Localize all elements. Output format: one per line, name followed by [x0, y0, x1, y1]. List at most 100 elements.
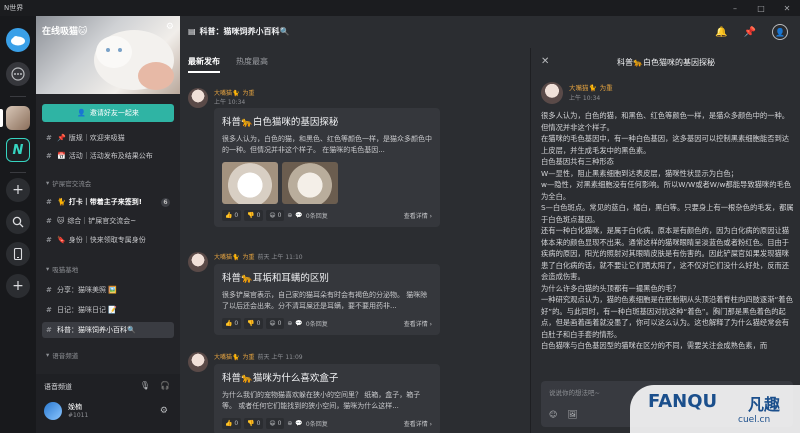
post-feed: ▤ 科普：猫咪饲养小百科🔍 最新发布 热度最高 大嘴猫🐈 为重 上午 10:34 …	[180, 16, 530, 433]
post-card[interactable]: 科普🐆白色猫咪的基因探秘 很多人认为，白色的猫，和黑色、红色等颜色一样，是猫众多…	[214, 108, 440, 227]
post-time: 上午 10:34	[214, 99, 246, 106]
account-icon[interactable]: 👤	[772, 24, 788, 40]
channel-label: 分享：猫咪美照 🖼️	[57, 286, 117, 294]
avatar[interactable]	[541, 82, 563, 104]
post-excerpt: 很多人认为，白色的猫，和黑色、红色等颜色一样，是猫众多颜色中的一种。但情况并非这…	[222, 135, 432, 154]
channel-item-encyclopedia[interactable]: # 科普：猫咪饲养小百科🔍	[42, 322, 174, 338]
invite-friends-button[interactable]: 👤 邀请好友一起来	[42, 104, 174, 122]
voice-user-panel: 语音频道 🎙 🎧 娩楠 #1011 ⚙	[36, 374, 180, 433]
emoji-reaction-button[interactable]: 😄 0	[266, 318, 285, 329]
view-detail-link[interactable]: 查看详情 ›	[404, 419, 432, 428]
channel-item-general[interactable]: # 🐱 综合｜铲屎官交流会~	[42, 213, 174, 229]
channel-item-photos[interactable]: # 分享：猫咪美照 🖼️	[42, 282, 174, 298]
channel-item-roles[interactable]: # 🔖 身份｜快来领取专属身份	[42, 232, 174, 248]
post-author[interactable]: 大嘴猫🐈	[214, 88, 239, 97]
comment-count[interactable]: 0条回复	[306, 419, 328, 428]
invite-label: 邀请好友一起来	[89, 109, 139, 117]
home-server-icon[interactable]	[6, 28, 30, 52]
headphones-icon[interactable]: 🎧	[160, 381, 170, 390]
channel-item-diary[interactable]: # 日记：猫咪日记 📝	[42, 302, 174, 318]
cat-photo-2[interactable]	[282, 162, 338, 204]
add-server-icon[interactable]: +	[6, 178, 30, 202]
plus-icon[interactable]: +	[6, 274, 30, 298]
user-id: #1011	[68, 412, 89, 419]
post-excerpt: 为什么我们的宠物猫喜欢躲在狭小的空间里？ 纸箱，盒子，箱子等。 或者任何它们能找…	[222, 391, 421, 410]
avatar[interactable]	[188, 88, 208, 108]
detail-author[interactable]: 大嘴猫🐈	[569, 82, 597, 92]
post-title: 科普🐆耳垢和耳螨的区别	[222, 273, 329, 284]
search-icon[interactable]	[6, 210, 30, 234]
channel-label: 身份｜快来领取专属身份	[68, 236, 146, 244]
like-button[interactable]: 👍 0	[222, 210, 242, 221]
more-icon[interactable]	[6, 62, 30, 86]
channel-item-events[interactable]: # 📅 活动｜活动发布及结果公布	[42, 148, 174, 164]
watermark-cn: 凡趣	[748, 395, 781, 414]
channel-sidebar: 在线吸猫🐱 ⚙ 👤 邀请好友一起来 # 📌 版规｜欢迎来吸猫 # 📅 活动｜活动发布…	[36, 16, 180, 433]
n-server-icon[interactable]: N	[6, 138, 30, 162]
title-bar: N世界 – □ ✕	[0, 0, 800, 16]
view-detail-link[interactable]: 查看详情 ›	[404, 319, 432, 328]
image-icon[interactable]: 🖼	[567, 410, 577, 419]
view-detail-link[interactable]: 查看详情 ›	[404, 211, 432, 220]
channel-header: ▤ 科普：猫咪饲养小百科🔍	[180, 16, 530, 46]
cat-server-icon[interactable]	[6, 106, 30, 130]
dislike-button[interactable]: 👎 0	[244, 318, 264, 329]
channel-group-header[interactable]: ▾ 语音频道	[46, 350, 78, 360]
emoji-reaction-button[interactable]: 😄 0	[266, 210, 285, 221]
reply-placeholder: 说说你的想法吧~	[549, 389, 600, 397]
detail-body: 很多人认为，白色的猫，和黑色、红色等颜色一样，是猫众多颜色中的一种。但情况并非这…	[541, 111, 794, 350]
feed-tabs: 最新发布 热度最高	[188, 56, 268, 73]
server-name: 在线吸猫🐱	[42, 27, 88, 37]
phone-icon[interactable]	[6, 242, 30, 266]
cat-photo-1[interactable]	[222, 162, 278, 204]
post-tag: 为重	[242, 254, 255, 261]
more-reactions-icon[interactable]: ⊕	[287, 212, 292, 219]
like-button[interactable]: 👍 0	[222, 418, 242, 429]
dislike-button[interactable]: 👎 0	[244, 210, 264, 221]
channel-item-rules[interactable]: # 📌 版规｜欢迎来吸猫	[42, 130, 174, 146]
post-tag: 为重	[242, 90, 255, 97]
server-settings-icon[interactable]: ⚙	[166, 22, 174, 32]
cat-icon: 🐈	[57, 198, 66, 206]
avatar[interactable]	[44, 402, 62, 420]
detail-tag: 为重	[599, 84, 613, 92]
more-reactions-icon[interactable]: ⊕	[287, 420, 292, 427]
channel-item-checkin[interactable]: # 🐈 打卡｜带着主子来签到! 6	[42, 194, 174, 210]
comment-count[interactable]: 0条回复	[306, 319, 328, 328]
post-card[interactable]: 科普🐆猫咪为什么喜欢盒子 为什么我们的宠物猫喜欢躲在狭小的空间里？ 纸箱，盒子，…	[214, 364, 440, 433]
detail-title: 科普🐆白色猫咪的基因探秘	[617, 58, 715, 67]
post-title: 科普🐆白色猫咪的基因探秘	[222, 117, 339, 128]
comment-count[interactable]: 0条回复	[306, 211, 328, 220]
channel-title: 科普：猫咪饲养小百科🔍	[199, 26, 290, 36]
channel-label: 活动｜活动发布及结果公布	[68, 152, 153, 160]
channel-group-header[interactable]: ▾ 铲屎官交流会	[46, 178, 91, 188]
maximize-button[interactable]: □	[748, 0, 774, 16]
more-reactions-icon[interactable]: ⊕	[287, 320, 292, 327]
microphone-icon[interactable]: 🎙	[140, 381, 150, 390]
user-settings-icon[interactable]: ⚙	[160, 406, 168, 416]
channel-group-header[interactable]: ▾ 吸猫基地	[46, 264, 78, 274]
post-tag: 为重	[242, 354, 255, 361]
avatar[interactable]	[188, 352, 208, 372]
post-card[interactable]: 科普🐆耳垢和耳螨的区别 很多铲屎官表示，自己家的猫耳朵有时会有褐色的分泌物。 猫…	[214, 264, 440, 335]
emoji-icon[interactable]: ☺	[549, 410, 557, 419]
close-window-button[interactable]: ✕	[774, 0, 800, 16]
minimize-button[interactable]: –	[722, 0, 748, 16]
like-button[interactable]: 👍 0	[222, 318, 242, 329]
user-name: 娩楠	[68, 403, 82, 411]
pin-icon[interactable]: 📌	[744, 27, 756, 38]
app-title: N世界	[4, 4, 24, 12]
bell-icon[interactable]: 🔔	[715, 27, 727, 38]
post-author[interactable]: 大嘴猫🐈	[214, 352, 239, 361]
dislike-button[interactable]: 👎 0	[244, 418, 264, 429]
avatar[interactable]	[188, 252, 208, 272]
emoji-reaction-button[interactable]: 😄 0	[266, 418, 285, 429]
add-user-icon: 👤	[77, 109, 86, 117]
chevron-down-icon: ▾	[46, 265, 50, 273]
document-icon: ▤	[188, 26, 196, 36]
tab-latest[interactable]: 最新发布	[188, 56, 220, 73]
post-author[interactable]: 大嘴猫🐈	[214, 252, 239, 261]
top-toolbar: 🔔 📌 👤	[530, 16, 800, 48]
chevron-down-icon: ▾	[46, 351, 50, 359]
tab-hottest[interactable]: 热度最高	[236, 56, 268, 73]
